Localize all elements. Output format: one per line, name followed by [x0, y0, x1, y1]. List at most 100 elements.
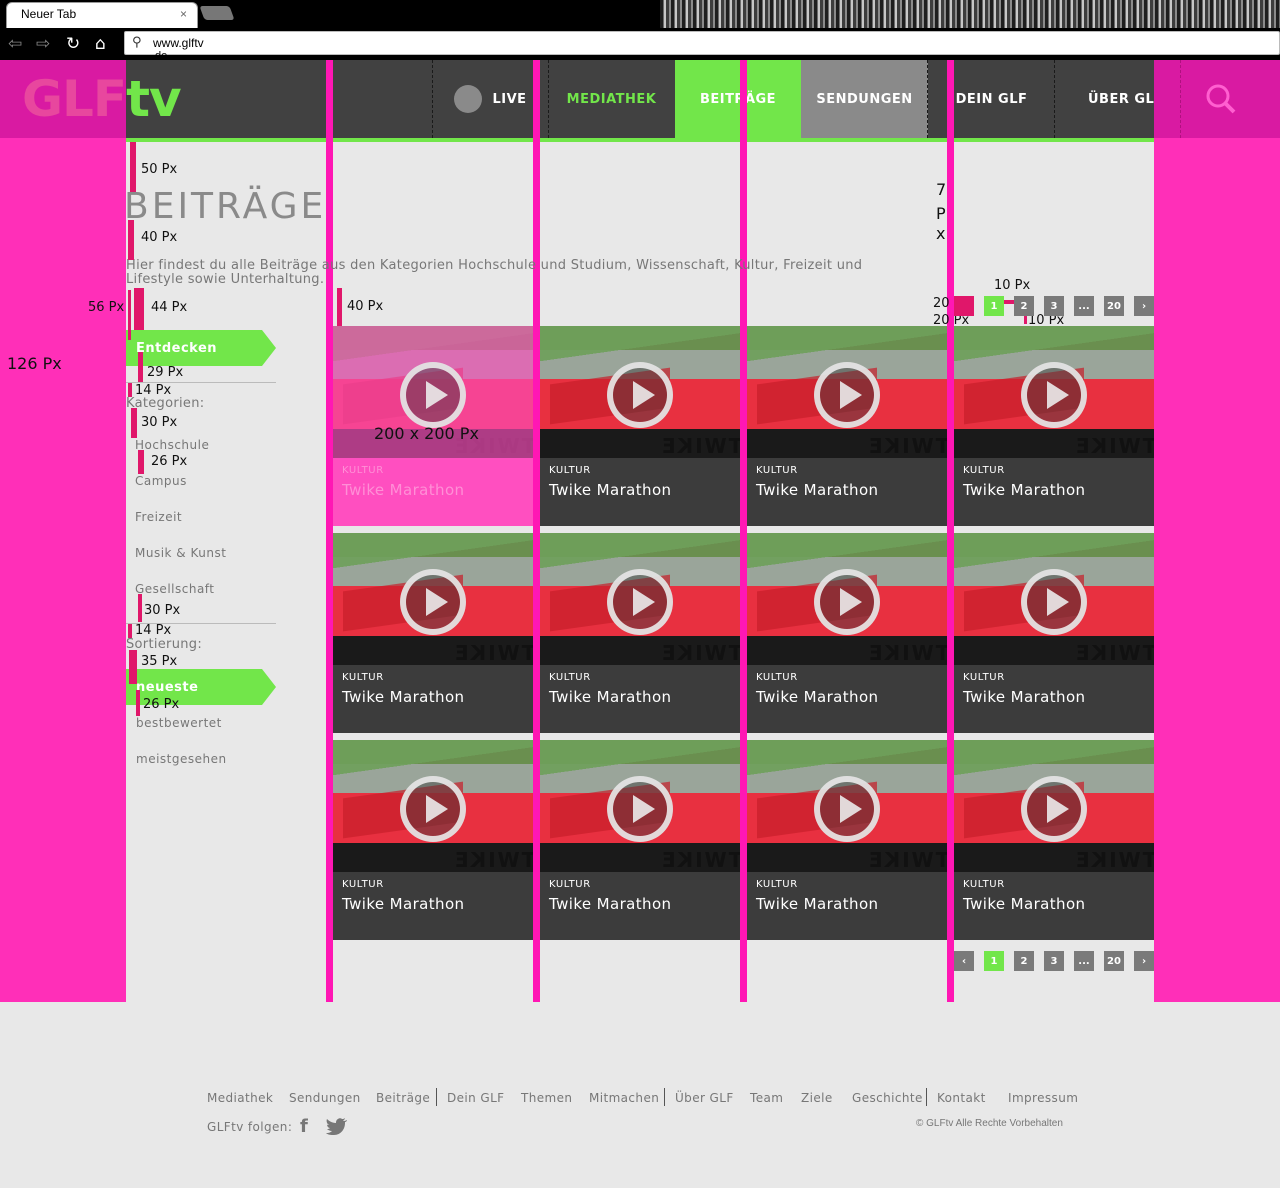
nav-sendungen[interactable]: SENDUNGEN: [801, 60, 928, 138]
footer-link[interactable]: Über GLF: [675, 1091, 734, 1105]
nav-divider: [1054, 60, 1055, 138]
nav-ueber-glf-label: ÜBER GLF: [1088, 91, 1164, 107]
pagination-page[interactable]: 2: [1014, 296, 1034, 316]
annotation-label: 30 Px: [141, 415, 178, 430]
pagination-page[interactable]: 20: [1104, 296, 1124, 316]
footer-link[interactable]: Mitmachen: [589, 1091, 659, 1105]
video-category: KULTUR: [342, 672, 384, 683]
play-icon[interactable]: [607, 362, 673, 428]
back-icon[interactable]: ⇦: [8, 34, 22, 54]
footer-link[interactable]: Impressum: [1008, 1091, 1078, 1105]
video-tile[interactable]: KULTUR Twike Marathon: [747, 326, 947, 526]
reload-icon[interactable]: ↻: [66, 34, 80, 54]
annotation-label: x: [936, 224, 946, 243]
video-tile[interactable]: KULTUR Twike Marathon: [747, 533, 947, 733]
play-icon[interactable]: [400, 776, 466, 842]
browser-tab-strip: Neuer Tab ×: [0, 0, 1280, 28]
follow-label: GLFtv folgen:: [207, 1120, 293, 1134]
nav-mediathek[interactable]: MEDIATHEK: [548, 60, 675, 138]
sort-bestbewertet[interactable]: bestbewertet: [136, 716, 222, 730]
nav-beitraege-label: BEITRÄGE: [699, 91, 777, 107]
footer-link[interactable]: Geschichte: [852, 1091, 923, 1105]
category-hochschule[interactable]: Hochschule: [135, 438, 209, 452]
category-musik-kunst[interactable]: Musik & Kunst: [135, 546, 226, 560]
play-icon[interactable]: [607, 569, 673, 635]
footer-link[interactable]: Sendungen: [289, 1091, 361, 1105]
logo[interactable]: GLFtv: [22, 70, 182, 128]
tab-close-icon[interactable]: ×: [180, 7, 187, 21]
discover-label: Entdecken: [136, 340, 218, 356]
sort-meistgesehen[interactable]: meistgesehen: [136, 752, 227, 766]
nav-divider: [432, 60, 433, 138]
spacing-marker: [134, 288, 144, 330]
play-icon[interactable]: [607, 776, 673, 842]
search-icon: ⚲: [132, 35, 142, 50]
footer-link[interactable]: Themen: [521, 1091, 572, 1105]
pagination-next-icon[interactable]: ›: [1134, 296, 1154, 316]
footer-link[interactable]: Beiträge: [376, 1091, 430, 1105]
sort-heading: Sortierung:: [126, 637, 203, 652]
category-freizeit[interactable]: Freizeit: [135, 510, 182, 524]
footer-link[interactable]: Mediathek: [207, 1091, 273, 1105]
pagination-page[interactable]: 3: [1044, 296, 1064, 316]
play-icon[interactable]: [400, 362, 466, 428]
video-tile[interactable]: KULTUR Twike Marathon: [540, 740, 740, 940]
play-icon[interactable]: [814, 362, 880, 428]
video-category: KULTUR: [549, 879, 591, 890]
column-guide: [326, 60, 333, 1002]
video-category: KULTUR: [963, 465, 1005, 476]
new-tab-button[interactable]: [199, 6, 235, 20]
video-tile[interactable]: KULTUR Twike Marathon: [747, 740, 947, 940]
play-icon[interactable]: [1021, 362, 1087, 428]
nav-divider: [1180, 60, 1181, 138]
nav-mediathek-label: MEDIATHEK: [566, 91, 657, 107]
home-icon[interactable]: ⌂: [95, 34, 106, 54]
video-tile[interactable]: KULTUR Twike Marathon: [333, 533, 533, 733]
pagination-page[interactable]: 1: [984, 951, 1004, 971]
logo-glf: GLF: [22, 70, 127, 128]
pagination-page[interactable]: 1: [984, 296, 1004, 316]
facebook-icon[interactable]: f: [300, 1116, 308, 1137]
play-icon[interactable]: [814, 569, 880, 635]
video-tile[interactable]: KULTUR Twike Marathon: [333, 740, 533, 940]
play-icon[interactable]: [1021, 776, 1087, 842]
forward-icon[interactable]: ⇨: [36, 34, 50, 54]
address-bar[interactable]: ⚲ www.glftv: [124, 31, 1280, 55]
nav-beitraege[interactable]: BEITRÄGE: [675, 60, 801, 138]
pagination-page[interactable]: 3: [1044, 951, 1064, 971]
nav-live[interactable]: LIVE: [433, 60, 548, 138]
category-campus[interactable]: Campus: [135, 474, 187, 488]
category-gesellschaft[interactable]: Gesellschaft: [135, 582, 215, 596]
video-tile[interactable]: KULTUR Twike Marathon: [540, 326, 740, 526]
pagination-page[interactable]: 2: [1014, 951, 1034, 971]
footer-link[interactable]: Dein GLF: [447, 1091, 504, 1105]
video-tile[interactable]: KULTUR Twike Marathon: [954, 740, 1154, 940]
footer-link[interactable]: Ziele: [801, 1091, 833, 1105]
footer-separator: [436, 1088, 437, 1106]
pagination-page[interactable]: ...: [1074, 296, 1094, 316]
pagination-next-icon[interactable]: ›: [1134, 951, 1154, 971]
video-title: Twike Marathon: [342, 481, 465, 499]
annotation-label: 10 Px: [994, 278, 1031, 293]
footer-link[interactable]: Team: [750, 1091, 783, 1105]
nav-dein-glf-label: DEIN GLF: [955, 91, 1028, 107]
browser-tab[interactable]: Neuer Tab ×: [6, 2, 198, 28]
tab-title: Neuer Tab: [21, 7, 77, 21]
twitter-icon[interactable]: [326, 1118, 348, 1136]
footer-link[interactable]: Kontakt: [937, 1091, 986, 1105]
annotation-label: 14 Px: [135, 623, 172, 638]
discover-button[interactable]: Entdecken: [126, 330, 276, 366]
pagination-prev-icon[interactable]: ‹: [954, 951, 974, 971]
video-category: KULTUR: [549, 465, 591, 476]
pagination-page[interactable]: 20: [1104, 951, 1124, 971]
play-icon[interactable]: [400, 569, 466, 635]
play-icon[interactable]: [1021, 569, 1087, 635]
search-icon[interactable]: [1204, 82, 1238, 116]
video-tile[interactable]: KULTUR Twike Marathon: [540, 533, 740, 733]
video-tile[interactable]: KULTUR Twike Marathon: [954, 326, 1154, 526]
pagination-page[interactable]: ...: [1074, 951, 1094, 971]
annotation-label: 29 Px: [147, 365, 184, 380]
video-category: KULTUR: [342, 465, 384, 476]
play-icon[interactable]: [814, 776, 880, 842]
video-tile[interactable]: KULTUR Twike Marathon: [954, 533, 1154, 733]
